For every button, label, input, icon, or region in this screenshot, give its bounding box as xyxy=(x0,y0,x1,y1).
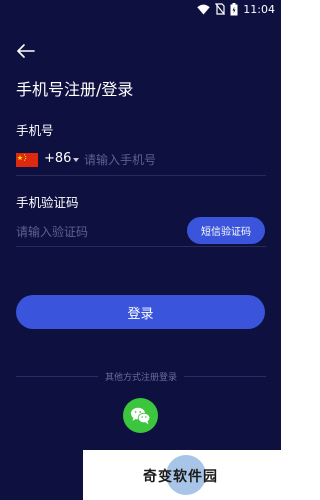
wifi-icon xyxy=(197,4,210,14)
back-arrow-icon xyxy=(17,44,35,58)
send-sms-code-button[interactable]: 短信验证码 xyxy=(187,217,265,244)
no-sim-icon xyxy=(215,3,226,15)
other-methods-divider: 其他方式注册登录 xyxy=(16,370,266,383)
china-flag-icon xyxy=(16,153,38,167)
status-icons: 11:04 xyxy=(197,2,275,16)
code-input[interactable] xyxy=(16,222,176,242)
code-label: 手机验证码 xyxy=(16,195,79,210)
back-button[interactable] xyxy=(14,40,38,62)
status-time: 11:04 xyxy=(243,2,275,16)
phone-input[interactable] xyxy=(84,149,266,171)
login-button[interactable]: 登录 xyxy=(16,295,265,329)
wechat-icon xyxy=(131,407,151,425)
code-underline xyxy=(16,246,266,247)
login-screen: 11:04 手机号注册/登录 手机号 +86 手机验证码 短信验证码 登录 其他… xyxy=(0,0,281,500)
chevron-down-icon[interactable] xyxy=(73,158,79,162)
phone-label: 手机号 xyxy=(16,123,54,138)
status-bar: 11:04 xyxy=(0,0,281,18)
battery-icon xyxy=(230,2,238,15)
phone-row: +86 xyxy=(16,149,266,171)
watermark: 奇变软件园 xyxy=(83,450,281,500)
page-title: 手机号注册/登录 xyxy=(16,80,134,99)
divider-line-right xyxy=(184,376,266,377)
country-code-selector[interactable]: +86 xyxy=(44,151,71,166)
phone-underline xyxy=(16,175,266,176)
watermark-text: 奇变软件园 xyxy=(143,469,218,485)
wechat-login-button[interactable] xyxy=(123,398,158,433)
